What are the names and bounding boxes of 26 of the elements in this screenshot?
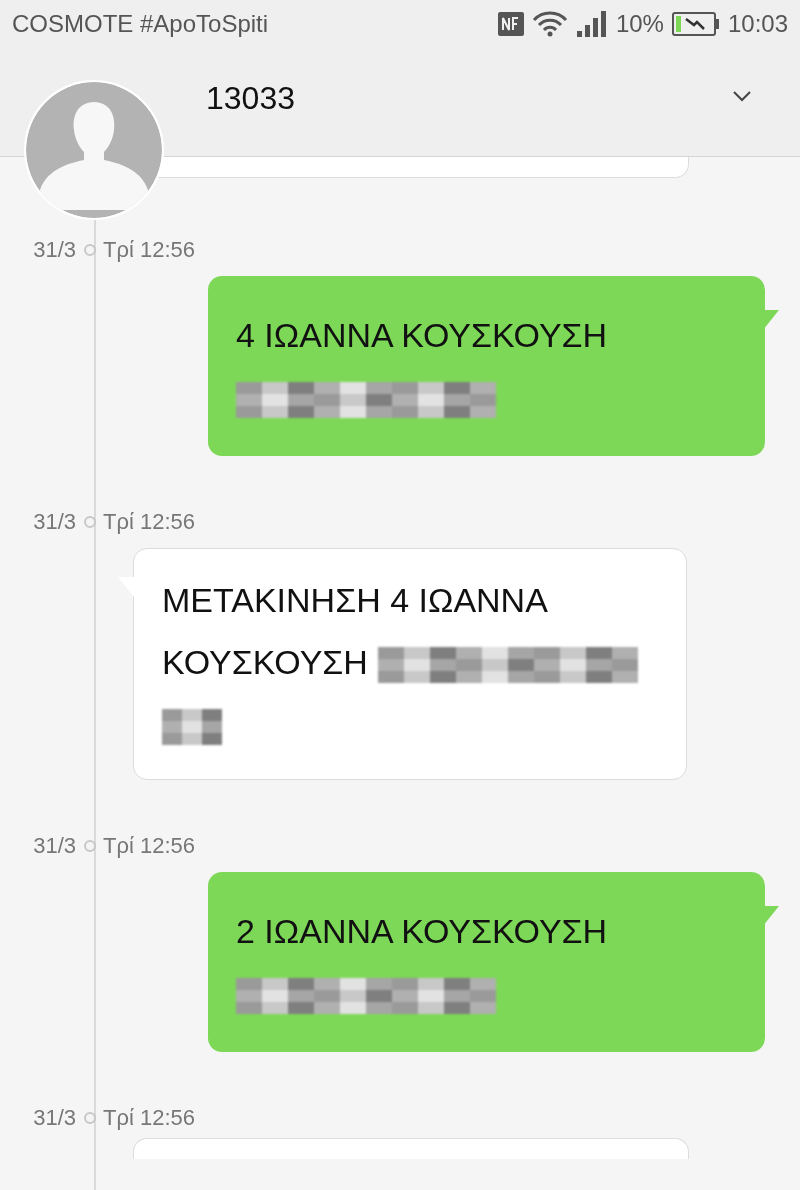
message-date: 31/3 — [32, 833, 76, 859]
nfc-icon — [497, 12, 524, 36]
message-text: 2 ΙΩΑΝΝΑ ΚΟΥΣΚΟΥΣΗ — [236, 911, 608, 952]
carrier-name: COSMOTE #ApoToSpiti — [12, 10, 270, 38]
timeline-dot — [84, 1112, 96, 1124]
pixelated-text-drawing — [162, 709, 222, 745]
message-time: Τρί 12:56 — [103, 1105, 195, 1131]
clock: 10:03 — [727, 10, 788, 38]
message-date: 31/3 — [32, 509, 76, 535]
chevron-down-icon[interactable] — [732, 90, 752, 102]
message-text: ΚΟΥΣΚΟΥΣΗ — [162, 642, 368, 683]
contact-title: 13033 — [206, 79, 296, 117]
message-text: 4 ΙΩΑΝΝΑ ΚΟΥΣΚΟΥΣΗ — [236, 315, 608, 356]
message-time: Τρί 12:56 — [103, 509, 195, 535]
wifi-icon — [531, 11, 568, 37]
message-time: Τρί 12:56 — [103, 237, 195, 263]
message-date: 31/3 — [32, 237, 76, 263]
message-date: 31/3 — [32, 1105, 76, 1131]
signal-icon — [575, 11, 608, 37]
battery-percent: 10% — [615, 10, 664, 38]
timeline-dot — [84, 840, 96, 852]
battery-icon — [671, 12, 720, 36]
timeline-dot — [84, 244, 96, 256]
timeline-dot — [84, 516, 96, 528]
message-time: Τρί 12:56 — [103, 833, 195, 859]
message-text: ΜΕΤΑΚΙΝΗΣΗ 4 ΙΩΑΝΝΑ — [162, 580, 548, 621]
